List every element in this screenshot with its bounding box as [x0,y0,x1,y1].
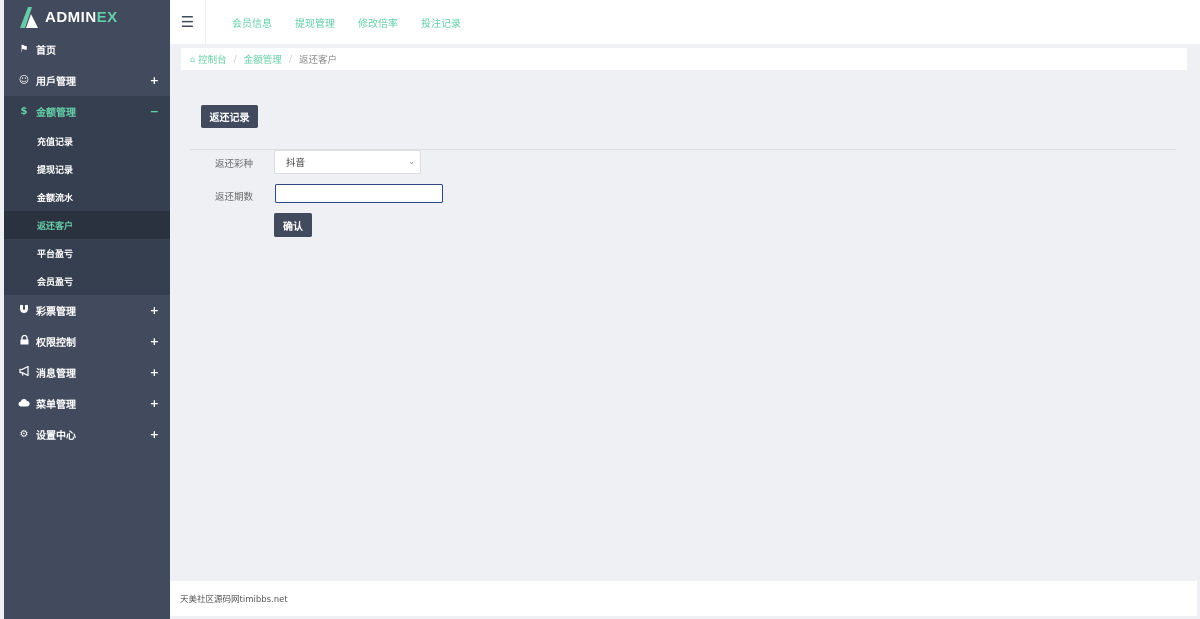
sidebar-item-home[interactable]: ⚑ 首页 [4,34,170,65]
confirm-button[interactable]: 确认 [274,213,312,237]
chevron-down-icon: ⌄ [408,157,415,166]
sidebar-subitem-member-pl[interactable]: 会员盈亏 [4,267,170,295]
breadcrumb-home[interactable]: 控制台 [198,52,227,66]
expand-icon[interactable]: + [150,428,159,441]
footer-text: 天美社区源码网timibbs.net [180,594,288,605]
expand-icon[interactable]: + [150,74,159,87]
sidebar-item-label: 用戶管理 [36,77,76,88]
sidebar-subitem-refund[interactable]: 返还客户 [4,211,170,239]
sidebar-item-label: 消息管理 [36,369,76,380]
gear-icon: ⚙ [19,429,29,440]
sidebar-subitem-recharge[interactable]: 充值记录 [4,127,170,155]
sidebar-subitem-platform-pl[interactable]: 平台盈亏 [4,239,170,267]
top-header: ☰ 会员信息 提现管理 修改倍率 投注记录 [170,0,1200,44]
sidebar-item-finance[interactable]: $ 金额管理 − [4,96,170,127]
hamburger-icon[interactable]: ☰ [170,0,206,44]
bullhorn-icon [18,365,30,379]
sidebar-item-label: 设置中心 [36,431,76,442]
breadcrumb-current: 返还客户 [299,55,338,66]
sidebar-item-label: 首页 [36,46,56,57]
top-nav-member-info[interactable]: 会员信息 [232,15,272,30]
top-nav-modify-rate[interactable]: 修改倍率 [358,15,398,30]
refund-records-button[interactable]: 返还记录 [201,105,258,128]
breadcrumb-separator: / [233,53,237,65]
flag-icon: ⚑ [19,44,29,55]
breadcrumb: ⌂ 控制台 / 金额管理 / 返还客户 [181,48,1187,70]
top-nav-bet-records[interactable]: 投注记录 [421,15,461,30]
home-icon: ⌂ [190,54,196,64]
smile-icon: ☺ [18,75,30,86]
collapse-icon[interactable]: − [150,105,159,118]
sidebar-item-users[interactable]: ☺ 用戶管理 + [4,65,170,96]
sidebar-item-lottery[interactable]: 彩票管理 + [4,295,170,326]
top-nav: 会员信息 提现管理 修改倍率 投注记录 [232,15,484,30]
sidebar-item-menus[interactable]: 菜单管理 + [4,388,170,419]
top-nav-withdraw[interactable]: 提现管理 [295,15,335,30]
brand-prefix: ADMIN [45,8,97,26]
breadcrumb-separator: / [288,53,293,65]
logo[interactable]: ADMIN EX [4,0,170,34]
sidebar-item-label: 菜单管理 [36,400,76,411]
lottery-type-value: 抖音 [286,158,306,169]
footer: 天美社区源码网timibbs.net [170,581,1197,616]
expand-icon[interactable]: + [150,304,159,317]
sidebar: ADMIN EX ⚑ 首页 ☺ 用戶管理 + $ 金额管理 − 充值记录 提现记录… [4,0,170,619]
brand-suffix: EX [96,8,118,26]
lock-icon [18,334,30,348]
lottery-type-label: 返还彩种 [214,159,253,170]
logo-icon [18,5,40,29]
expand-icon[interactable]: + [150,397,159,410]
sidebar-subitem-withdraw[interactable]: 提现记录 [4,155,170,183]
sidebar-item-label: 金额管理 [36,108,76,119]
cloud-icon [18,398,30,410]
lottery-type-select[interactable]: 抖音 ⌄ [274,150,421,174]
sidebar-item-permissions[interactable]: 权限控制 + [4,326,170,357]
magnet-icon [18,304,30,317]
expand-icon[interactable]: + [150,335,159,348]
sidebar-submenu-finance: 充值记录 提现记录 金额流水 返还客户 平台盈亏 会员盈亏 [4,127,170,295]
period-label: 返还期数 [214,192,253,203]
sidebar-item-label: 权限控制 [36,338,76,349]
breadcrumb-section[interactable]: 金额管理 [244,52,282,66]
dollar-icon: $ [20,106,28,117]
sidebar-subitem-flow[interactable]: 金额流水 [4,183,170,211]
sidebar-item-messages[interactable]: 消息管理 + [4,357,170,388]
sidebar-item-settings[interactable]: ⚙ 设置中心 + [4,419,170,450]
expand-icon[interactable]: + [150,366,159,379]
period-input[interactable] [275,184,443,203]
sidebar-item-label: 彩票管理 [36,307,76,318]
